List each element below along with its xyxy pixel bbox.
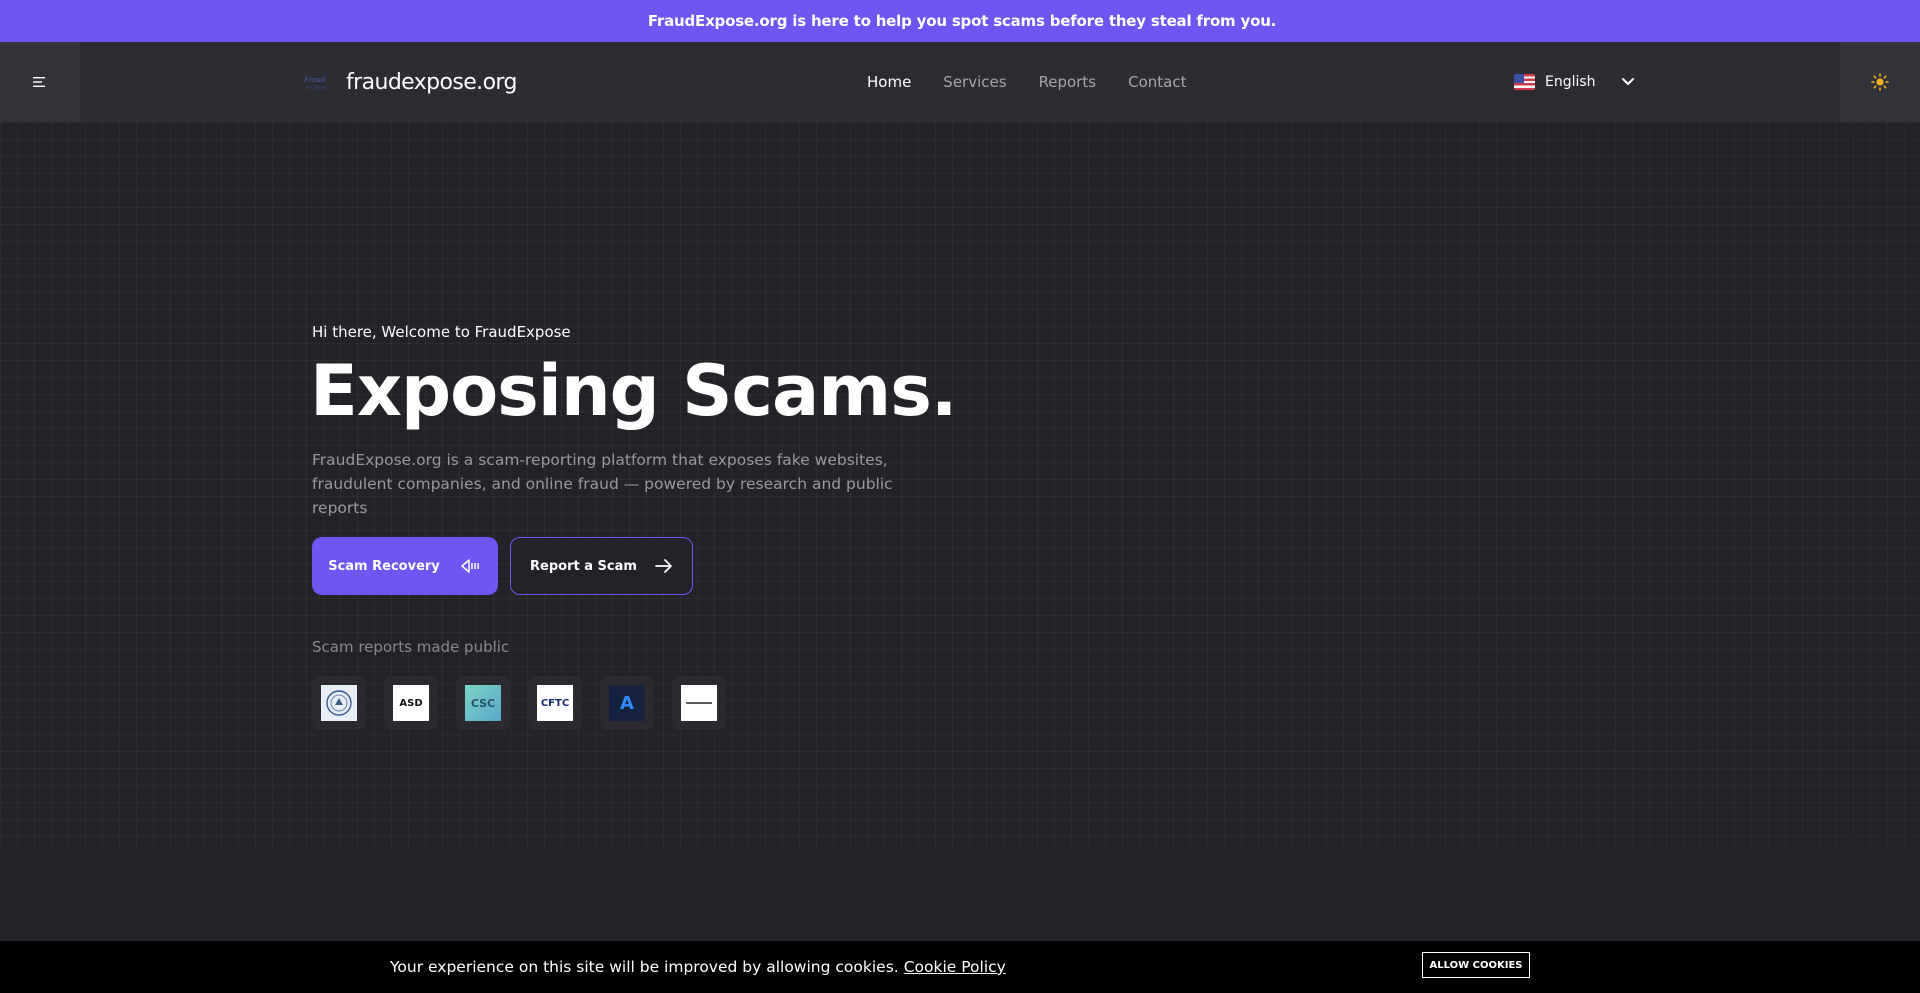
cookie-bar: Your experience on this site will be imp…	[0, 941, 1920, 993]
asd-logo-text: ASD	[393, 685, 429, 721]
logo-mark-icon: Fraud expose	[303, 76, 327, 91]
svg-text:expose: expose	[306, 84, 327, 91]
scam-recovery-button[interactable]: Scam Recovery	[312, 537, 498, 595]
chainalysis-logo[interactable]	[672, 676, 726, 730]
language-label: English	[1545, 74, 1596, 90]
wordmark-icon	[686, 702, 712, 704]
hero-section	[0, 122, 1920, 852]
arrow-right-icon	[655, 559, 672, 573]
logo-text: fraudexpose.org	[346, 69, 517, 95]
menu-button[interactable]	[0, 42, 80, 122]
asd-logo[interactable]: ASD	[384, 676, 438, 730]
atomic-logo-text: A	[609, 685, 645, 721]
hero-greeting: Hi there, Welcome to FraudExpose	[312, 323, 571, 341]
seal-emblem-icon	[326, 690, 352, 716]
announcement-text: FraudExpose.org is here to help you spot…	[647, 12, 1277, 30]
atomic-logo[interactable]: A	[600, 676, 654, 730]
sun-icon	[1871, 73, 1889, 91]
nav-home[interactable]: Home	[867, 73, 911, 91]
report-scam-label: Report a Scam	[530, 558, 637, 574]
language-selector[interactable]: English	[1514, 42, 1638, 122]
nav-reports[interactable]: Reports	[1039, 73, 1097, 91]
cookie-text: Your experience on this site will be imp…	[390, 958, 899, 976]
hero-headline: Exposing Scams.	[310, 350, 957, 432]
csc-logo[interactable]: CSC	[456, 676, 510, 730]
nav-services[interactable]: Services	[943, 73, 1006, 91]
partner-logos: ASD CSC CFTC A	[312, 676, 726, 730]
hamburger-menu-icon	[33, 77, 45, 87]
cftc-logo-text: CFTC	[537, 685, 573, 721]
allow-cookies-button[interactable]: ALLOW COOKIES	[1422, 952, 1530, 978]
cftc-logo[interactable]: CFTC	[528, 676, 582, 730]
announcement-bar: FraudExpose.org is here to help you spot…	[0, 0, 1920, 42]
main-nav: Home Services Reports Contact	[867, 42, 1186, 122]
report-scam-button[interactable]: Report a Scam	[510, 537, 693, 595]
backward-arrow-icon	[461, 559, 479, 573]
seal-logo[interactable]	[312, 676, 366, 730]
reports-public-label: Scam reports made public	[312, 638, 510, 656]
us-flag-icon	[1514, 74, 1535, 90]
svg-text:Fraud: Fraud	[303, 76, 326, 84]
csc-logo-text: CSC	[465, 685, 501, 721]
chevron-down-icon	[1621, 78, 1634, 85]
scam-recovery-label: Scam Recovery	[328, 558, 440, 574]
greeting-text: Hi there, Welcome to FraudExpose	[312, 323, 571, 341]
hero-subtext: FraudExpose.org is a scam-reporting plat…	[312, 451, 893, 517]
cookie-message: Your experience on this site will be imp…	[390, 941, 1006, 993]
site-header: Fraud expose fraudexpose.org Home Servic…	[0, 42, 1920, 122]
theme-toggle-button[interactable]	[1840, 42, 1920, 122]
nav-contact[interactable]: Contact	[1128, 73, 1186, 91]
site-logo[interactable]: Fraud expose fraudexpose.org	[302, 42, 517, 122]
cookie-policy-link[interactable]: Cookie Policy	[904, 958, 1006, 976]
